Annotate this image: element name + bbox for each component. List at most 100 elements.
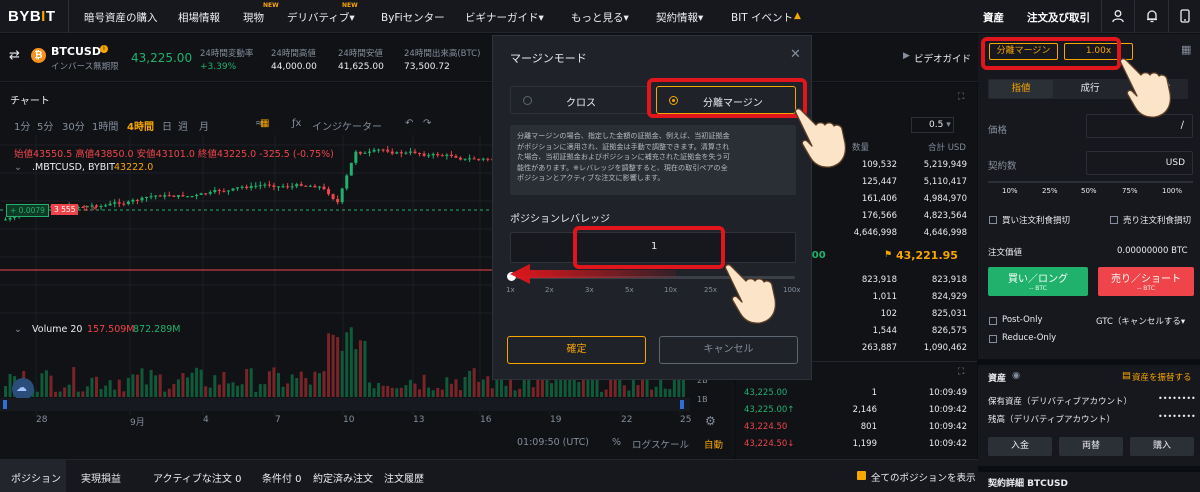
buy-crypto-button[interactable]: 購入 (1130, 437, 1194, 456)
nav-item-markets[interactable]: 相場情報 (178, 10, 220, 25)
nav-item-buy-crypto[interactable]: 暗号資産の購入 (84, 10, 158, 25)
nav-item-more[interactable]: もっと見る▾ (571, 10, 629, 25)
cancel-button[interactable]: キャンセル (659, 336, 798, 364)
slider-mark[interactable]: 3x (585, 286, 594, 294)
volume-bar (399, 387, 403, 397)
candle-icon[interactable]: ▦ (260, 118, 269, 129)
percent-toggle[interactable]: % (612, 437, 621, 448)
candle-body (222, 190, 226, 192)
description-line: 能性があります。※レバレッジを調整すると、現在の取引ペアの全 (517, 162, 728, 172)
nav-assets[interactable]: 資産 (983, 10, 1004, 25)
volume-bar (286, 383, 290, 397)
tab-limit[interactable]: 指値 (989, 80, 1053, 98)
post-only-checkbox[interactable] (989, 317, 997, 325)
cross-option[interactable]: クロス (510, 86, 650, 114)
ask-total: 5,219,949 (923, 160, 967, 170)
download-icon[interactable] (1178, 9, 1192, 23)
timeframe-7[interactable]: 月 (199, 118, 209, 133)
video-guide-link[interactable]: ビデオガイド (914, 51, 971, 65)
nav-item-derivatives[interactable]: デリバティブ▾ (287, 10, 355, 25)
scroll-handle-left[interactable] (3, 400, 7, 409)
candle-body (263, 184, 267, 186)
tp-sell-checkbox[interactable] (1110, 216, 1118, 224)
tp-buy-checkbox[interactable] (989, 216, 997, 224)
tab-active-orders[interactable]: アクティブな注文 0 (153, 470, 241, 485)
bell-icon[interactable] (1145, 9, 1159, 23)
qty-slider[interactable] (988, 181, 1193, 183)
pct-label[interactable]: 10% (1002, 187, 1018, 195)
sell-short-button[interactable]: 売り／ショート -- BTC (1098, 267, 1194, 296)
tif-select[interactable]: GTC（キャンセルする▾ (1096, 315, 1185, 327)
timeframe-1[interactable]: 5分 (37, 118, 53, 133)
volume-bar (54, 391, 58, 397)
slider-mark[interactable]: 1x (506, 286, 515, 294)
chart-scroll-bar[interactable] (0, 398, 690, 411)
deposit-button[interactable]: 入金 (988, 437, 1052, 456)
timeframe-2[interactable]: 30分 (62, 118, 85, 133)
trades-expand-icon[interactable]: ⛶ (958, 367, 964, 377)
collapse-icon[interactable]: ⌄ (14, 162, 22, 173)
price-step-select[interactable]: 0.5 ▾ (911, 117, 954, 133)
scroll-handle-right[interactable] (680, 400, 684, 409)
slider-mark[interactable]: 2x (545, 286, 554, 294)
auto-scale-toggle[interactable]: 自動 (704, 437, 723, 451)
tab-positions[interactable]: ポジション (11, 470, 61, 485)
tab-filled-orders[interactable]: 約定済み注文 (313, 470, 373, 485)
user-icon[interactable] (1111, 9, 1125, 23)
volume-label: Volume 20 (32, 324, 83, 335)
order-value: 0.00000000 BTC (1117, 246, 1188, 256)
nav-item-spot[interactable]: 現物 (243, 10, 264, 25)
close-icon[interactable]: ✕ (790, 47, 801, 62)
indicator-button[interactable]: インジケーター (312, 118, 382, 133)
volume-bar (509, 379, 513, 397)
timeframe-5[interactable]: 日 (162, 118, 172, 133)
eye-icon[interactable]: ◉ (1012, 370, 1020, 381)
tab-conditional-orders[interactable]: 条件付 0 (262, 470, 302, 485)
calculator-icon[interactable]: ▦ (1181, 43, 1191, 56)
redo-icon[interactable]: ↷ (423, 118, 431, 129)
tab-market[interactable]: 成行 (1058, 80, 1122, 98)
volume-collapse-icon[interactable]: ⌄ (14, 324, 22, 335)
transfer-link[interactable]: 資産を振替する (1132, 371, 1192, 383)
tradingview-logo[interactable]: ☁ (12, 378, 34, 400)
undo-icon[interactable]: ↶ (405, 118, 413, 129)
timeframe-6[interactable]: 週 (178, 118, 188, 133)
pct-label[interactable]: 50% (1081, 187, 1097, 195)
slider-mark[interactable]: 100x (783, 286, 801, 294)
qty-input[interactable]: USD (1086, 151, 1193, 175)
nav-item-bit-event[interactable]: BIT イベント (731, 10, 793, 25)
nav-item-contract-info[interactable]: 契約情報▾ (656, 10, 703, 25)
reduce-only-checkbox[interactable] (989, 335, 997, 343)
pct-label[interactable]: 75% (1122, 187, 1138, 195)
timeframe-4[interactable]: 4時間 (127, 118, 154, 133)
slider-mark[interactable]: 25x (704, 286, 717, 294)
pct-label[interactable]: 25% (1042, 187, 1058, 195)
tab-realized-pnl[interactable]: 実現損益 (81, 470, 121, 485)
slider-mark[interactable]: 10x (664, 286, 677, 294)
tab-order-history[interactable]: 注文履歴 (384, 470, 424, 485)
nav-item-beginner-guide[interactable]: ビギナーガイド▾ (465, 10, 544, 25)
timeframe-3[interactable]: 1時間 (92, 118, 118, 133)
indicator-icon[interactable]: ƒx (292, 118, 301, 129)
timeframe-0[interactable]: 1分 (14, 118, 30, 133)
expand-icon[interactable]: ⛶ (958, 92, 964, 102)
info-icon[interactable]: i (100, 45, 108, 53)
slider-mark[interactable]: 5x (625, 286, 634, 294)
nav-orders[interactable]: 注文及び取引 (1027, 10, 1090, 25)
chart-settings-icon[interactable]: ⚙ (705, 414, 716, 428)
exchange-button[interactable]: 両替 (1059, 437, 1123, 456)
symbol-name[interactable]: BTCUSD (51, 45, 101, 58)
buy-long-button[interactable]: 買い／ロング -- BTC (988, 267, 1088, 296)
log-scale-toggle[interactable]: ログスケール (632, 437, 689, 451)
divider (978, 359, 1200, 365)
swap-icon[interactable]: ⇄ (9, 48, 20, 63)
confirm-button[interactable]: 確定 (507, 336, 646, 364)
pct-label[interactable]: 100% (1162, 187, 1182, 195)
nav-item-byfi[interactable]: ByFiセンター (381, 10, 445, 25)
volume-bar (663, 388, 667, 397)
close-position-icon[interactable]: ⇅ ✕ (82, 204, 98, 213)
show-all-label: 全てのポジションを表示 (871, 473, 976, 484)
show-all-checkbox[interactable] (857, 471, 866, 480)
cross-radio[interactable] (523, 96, 532, 105)
bybit-logo[interactable]: BYBIT (8, 8, 56, 25)
